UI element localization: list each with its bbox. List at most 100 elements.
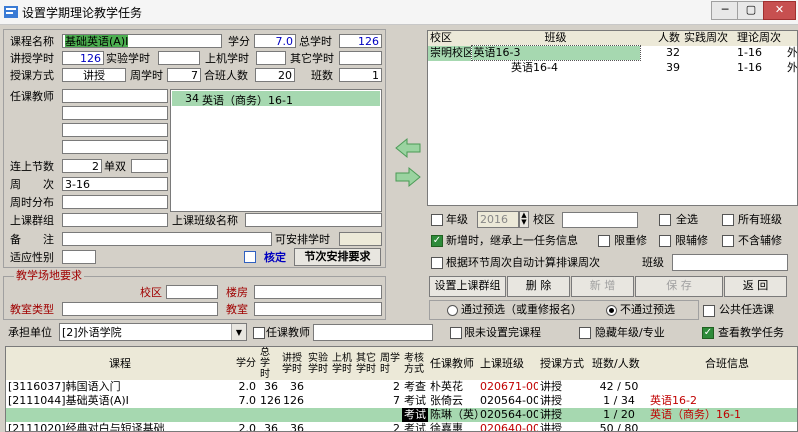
building-field[interactable]	[254, 285, 382, 299]
computer-hours-field[interactable]	[256, 51, 286, 65]
set-group-button[interactable]: 设置上课群组	[429, 276, 506, 297]
col-course: 课程	[109, 356, 131, 370]
only-unset-checkbox[interactable]	[450, 327, 462, 339]
class-list-name: 英语（商务）16-1	[202, 94, 293, 107]
other-hours-label: 其它学时	[290, 52, 334, 65]
filter-campus-field[interactable]	[562, 212, 638, 228]
gender-field[interactable]	[62, 250, 96, 264]
save-button[interactable]: 保 存	[635, 276, 723, 297]
room-type-field[interactable]	[62, 302, 218, 316]
col-teacher: 任课教师	[430, 356, 474, 370]
teacher-field-1[interactable]	[62, 89, 168, 103]
col-mode: 授课方式	[540, 356, 584, 370]
teacher-field-2[interactable]	[62, 106, 168, 120]
course-name-field[interactable]: 基础英语(A)Ⅰ	[62, 34, 222, 48]
class-name-field[interactable]	[245, 213, 382, 227]
limit-retake-label: 限重修	[614, 234, 647, 247]
new-inherit-label: 新增时，继承上一任务信息	[446, 234, 578, 247]
remarks-label: 备 注	[10, 233, 54, 246]
venue-campus-field[interactable]	[166, 285, 218, 299]
bottom-teacher-checkbox[interactable]	[253, 327, 265, 339]
schedulable-label: 可安排学时	[275, 233, 330, 246]
new-inherit-checkbox[interactable]: ✓	[431, 235, 443, 247]
lecture-hours-field[interactable]: 126	[62, 51, 104, 65]
public-elective-checkbox[interactable]	[703, 305, 715, 317]
grade-checkbox[interactable]	[431, 214, 443, 226]
dept-select[interactable]: [2]外语学院 ▼	[59, 323, 247, 341]
window-title: 设置学期理论教学任务	[22, 6, 143, 20]
limit-minor-checkbox[interactable]	[659, 235, 671, 247]
class-size-field[interactable]: 20	[255, 68, 295, 82]
lab-hours-field[interactable]	[158, 51, 200, 65]
group-field[interactable]	[62, 213, 168, 227]
public-elective-label: 公共任选课	[719, 303, 774, 316]
table-row[interactable]: 崇明校区 英语16-3 32 1-16 外	[428, 45, 798, 61]
cell-extra: 外	[787, 46, 798, 59]
teacher-label: 任课教师	[10, 90, 54, 103]
gender-label: 适应性别	[10, 251, 54, 264]
class-size-label: 合班人数	[204, 69, 248, 82]
weeks-field[interactable]: 3-16	[62, 177, 168, 191]
section-requirements-button[interactable]: 节次安排要求	[294, 248, 381, 266]
lecture-hours-label: 讲授学时	[10, 52, 54, 65]
col-class-code: 上课班级	[480, 356, 524, 370]
class-list-item[interactable]: 34 英语（商务）16-1	[172, 91, 380, 107]
maximize-button[interactable]: ▢	[737, 1, 765, 20]
computer-hours-label: 上机学时	[205, 52, 249, 65]
hide-year-checkbox[interactable]	[579, 327, 591, 339]
add-button[interactable]: 新 增	[571, 276, 634, 297]
cell-count: 39	[666, 60, 680, 74]
auto-calc-checkbox[interactable]	[431, 257, 443, 269]
col-weekly: 周学时	[380, 352, 400, 375]
table-row-selected[interactable]: 考试 陈琳（英） 020564-002 讲授 1 / 20 英语（商务）16-1	[6, 408, 797, 422]
table-row[interactable]: [2111044]基础英语(A)Ⅰ 7.0 126 126 7 考试 张倚云 0…	[6, 394, 797, 408]
class-list-box[interactable]: 34 英语（商务）16-1	[170, 89, 382, 212]
col-lab: 实验学时	[308, 352, 328, 375]
teach-mode-field[interactable]: 讲授	[62, 68, 126, 82]
move-left-arrow-icon[interactable]	[394, 137, 422, 159]
total-hours-field[interactable]: 126	[339, 34, 382, 48]
col-merge: 合班信息	[705, 356, 749, 370]
filter-class-field[interactable]	[672, 254, 788, 271]
grade-spinner[interactable]: 2016	[477, 211, 519, 228]
credit-field[interactable]: 7.0	[254, 34, 296, 48]
not-via-preselect-label: 不通过预选	[620, 303, 675, 316]
teach-mode-label: 授课方式	[10, 69, 54, 82]
grade-spinner-arrows-icon[interactable]: ▲ ▼	[519, 211, 529, 228]
view-tasks-checkbox[interactable]: ✓	[702, 327, 714, 339]
select-all-checkbox[interactable]	[659, 214, 671, 226]
table-row[interactable]: [2111020]经典对白与短译基础 2.0 36 36 2 考试 徐嘉惠 02…	[6, 422, 797, 431]
back-button[interactable]: 返 回	[724, 276, 787, 297]
via-preselect-radio[interactable]	[447, 305, 458, 316]
delete-button[interactable]: 删 除	[507, 276, 570, 297]
limit-retake-checkbox[interactable]	[598, 235, 610, 247]
odd-even-field[interactable]	[131, 159, 168, 173]
consecutive-field[interactable]: 2	[62, 159, 102, 173]
no-minor-checkbox[interactable]	[722, 235, 734, 247]
all-classes-checkbox[interactable]	[722, 214, 734, 226]
remarks-field[interactable]	[62, 232, 272, 246]
cell-practice	[682, 61, 735, 76]
weekly-hours-field[interactable]: 7	[167, 68, 201, 82]
available-classes-table[interactable]: 校区 班级 人数 实践周次 理论周次 崇明校区 英语16-3 32 1-16 外…	[427, 30, 798, 206]
bottom-teacher-field[interactable]	[313, 324, 433, 341]
table-row[interactable]: [3116037]韩国语入门 2.0 36 36 2 考查 朴英花 020671…	[6, 380, 797, 394]
minimize-button[interactable]: ─	[711, 1, 739, 20]
tasks-table[interactable]: 课程 学分 总学时 讲授学时 实验学时 上机学时 其它学时 周学时 考核方式 任…	[5, 346, 798, 432]
weekly-dist-field[interactable]	[62, 195, 168, 209]
not-via-preselect-radio[interactable]	[606, 305, 617, 316]
move-right-arrow-icon[interactable]	[394, 166, 422, 188]
close-button[interactable]: ✕	[763, 1, 796, 20]
table-row[interactable]: 英语16-4 39 1-16 外	[428, 60, 797, 76]
venue-title: 教学场地要求	[14, 269, 84, 283]
room-field[interactable]	[254, 302, 382, 316]
building-label: 楼房	[226, 286, 248, 299]
weekly-hours-label: 周学时	[130, 69, 163, 82]
other-hours-field[interactable]	[339, 51, 382, 65]
teacher-field-3[interactable]	[62, 123, 168, 137]
col-computer: 上机学时	[332, 352, 352, 375]
teacher-field-4[interactable]	[62, 140, 168, 154]
class-count-field[interactable]: 1	[339, 68, 382, 82]
verify-checkbox[interactable]	[244, 251, 256, 263]
class-name-label: 上课班级名称	[172, 214, 238, 227]
